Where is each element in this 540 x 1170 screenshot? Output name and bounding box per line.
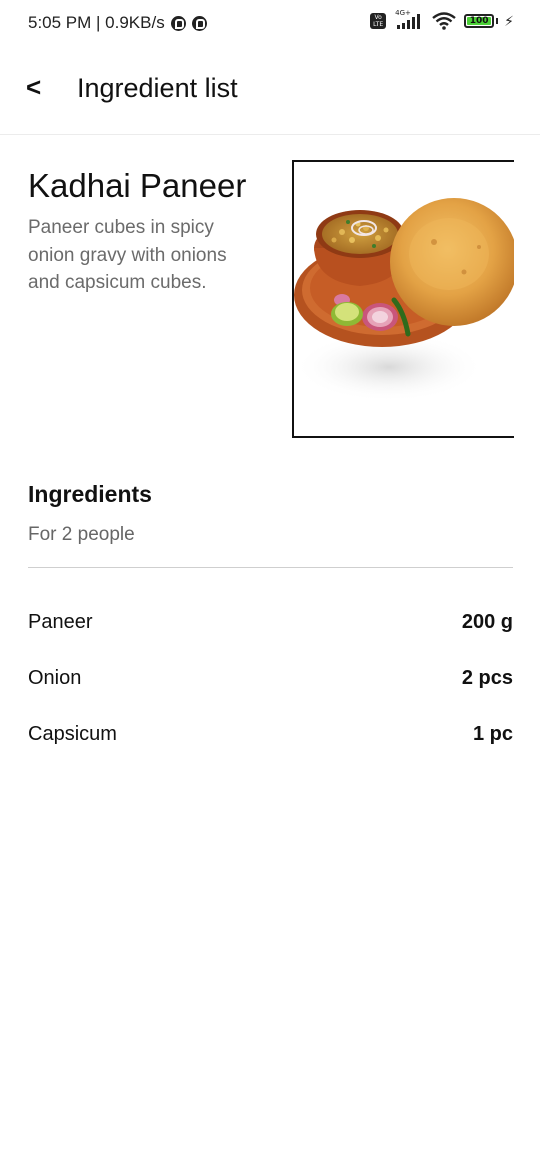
ingredient-name: Onion (28, 667, 82, 689)
ingredient-name: Paneer (28, 611, 93, 633)
divider (28, 567, 513, 568)
ingredient-row: Paneer 200 g (28, 594, 513, 650)
charging-icon: ⚡ (504, 12, 514, 29)
dish-image (292, 160, 514, 438)
ingredients-title: Ingredients (28, 481, 152, 507)
page-title: Ingredient list (77, 73, 238, 103)
ingredient-quantity: 2 pcs (461, 667, 513, 689)
app-header: < Ingredient list (0, 46, 540, 135)
ingredient-row: Capsicum 1 pc (28, 706, 513, 762)
volte-icon: Vo LTE (370, 13, 387, 29)
status-left: 5:05 PM | 0.9KB/s (28, 13, 207, 33)
ingredient-row: Onion 2 pcs (28, 650, 513, 706)
wifi-icon (432, 12, 456, 30)
ingredient-quantity: 200 g (461, 611, 513, 633)
status-right: Vo LTE 4G+ 100 ⚡ (370, 9, 514, 30)
battery-nub (496, 18, 499, 24)
ingredient-list: Paneer 200 g Onion 2 pcs Capsicum 1 pc (28, 594, 513, 762)
notification-icon (170, 15, 186, 31)
dish-name: Kadhai Paneer (28, 167, 247, 204)
servings-text: For 2 people (28, 524, 135, 545)
network-type-label: 4G+ (395, 9, 411, 17)
ingredient-quantity: 1 pc (472, 723, 513, 745)
battery-level: 100 (469, 16, 489, 26)
status-bar: 5:05 PM | 0.9KB/s Vo LTE 4G+ 100 ⚡ (0, 0, 540, 46)
back-button[interactable]: < (26, 72, 56, 102)
ingredient-name: Capsicum (28, 723, 117, 745)
dish-photo-icon (294, 198, 514, 402)
status-time-speed: 5:05 PM | 0.9KB/s (28, 13, 165, 32)
notification-icon (191, 15, 207, 31)
signal-icon: 4G+ (394, 9, 424, 30)
battery-icon: 100 (464, 14, 495, 28)
dish-description: Paneer cubes in spicy onion gravy with o… (28, 217, 227, 293)
